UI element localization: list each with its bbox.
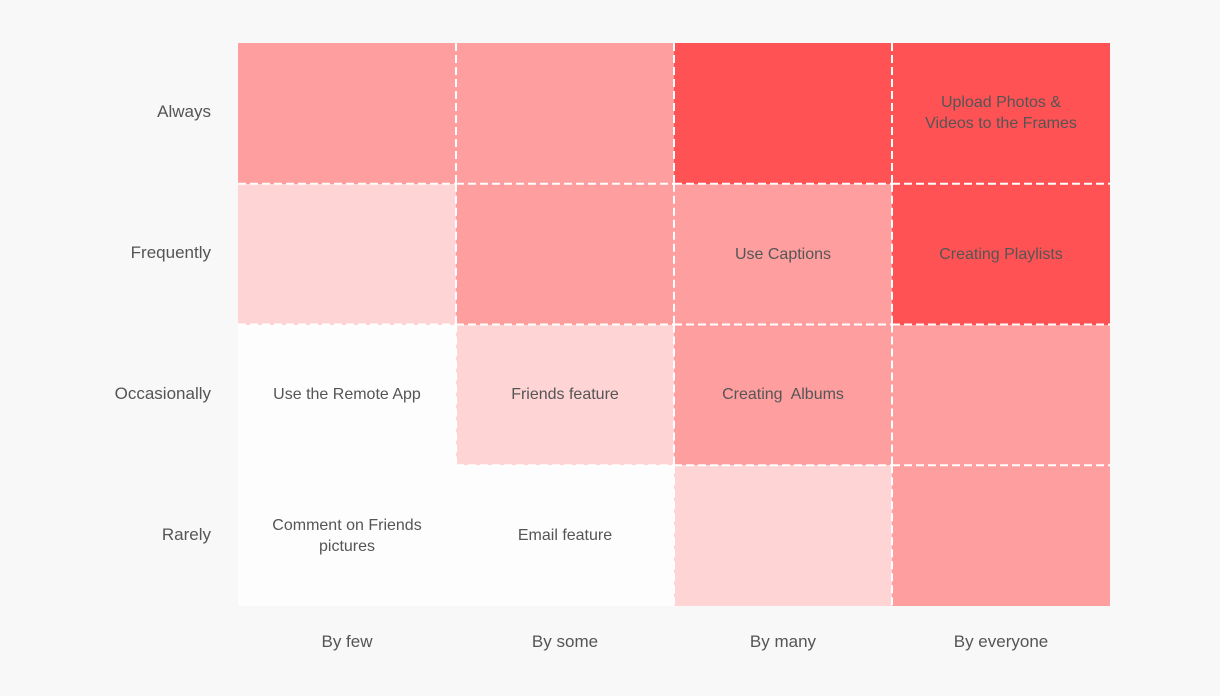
heatmap-cell [892, 324, 1110, 466]
heatmap-cell: Friends feature [456, 324, 674, 466]
x-tick-label: By some [531, 632, 599, 651]
cell-label: Use Captions [734, 245, 832, 263]
heatmap-cell: Use Captions [674, 183, 892, 325]
heatmap-cell [674, 43, 892, 184]
heatmap-cell: Use the Remote App [238, 324, 456, 466]
x-tick-label: By few [321, 632, 373, 651]
x-tick-label: By everyone [953, 632, 1049, 651]
heatmap-cell [456, 183, 674, 325]
heatmap-chart: Upload Photos & Videos to the Frames Use … [0, 0, 1220, 696]
heatmap-cell: Email feature [456, 465, 674, 606]
cell-label: Comment on Friends pictures [272, 516, 427, 555]
heatmap-cell [456, 43, 674, 184]
heatmap-cell: Comment on Friends pictures [238, 465, 456, 606]
heatmap-cell [238, 183, 456, 325]
heatmap-cell [892, 465, 1110, 606]
x-tick-label: By many [749, 632, 817, 651]
heatmap-cell: Creating Albums [674, 324, 892, 466]
y-tick-label: Occasionally [114, 383, 211, 403]
heatmap-cell: Upload Photos & Videos to the Frames [892, 43, 1110, 184]
cell-label: Use the Remote App [273, 386, 421, 404]
cell-label: Friends feature [511, 386, 619, 404]
heatmap-cell [238, 43, 456, 184]
y-tick-label: Rarely [161, 524, 211, 544]
heatmap-cell [674, 465, 892, 606]
cell-label: Creating Albums [722, 386, 844, 404]
cell-label: Upload Photos & Videos to the Frames [925, 94, 1077, 133]
cell-label: Email feature [517, 527, 613, 545]
heatmap-cell: Creating Playlists [892, 183, 1110, 325]
y-tick-label: Frequently [130, 243, 211, 263]
y-tick-label: Always [157, 102, 211, 122]
cell-label: Creating Playlists [939, 245, 1063, 263]
